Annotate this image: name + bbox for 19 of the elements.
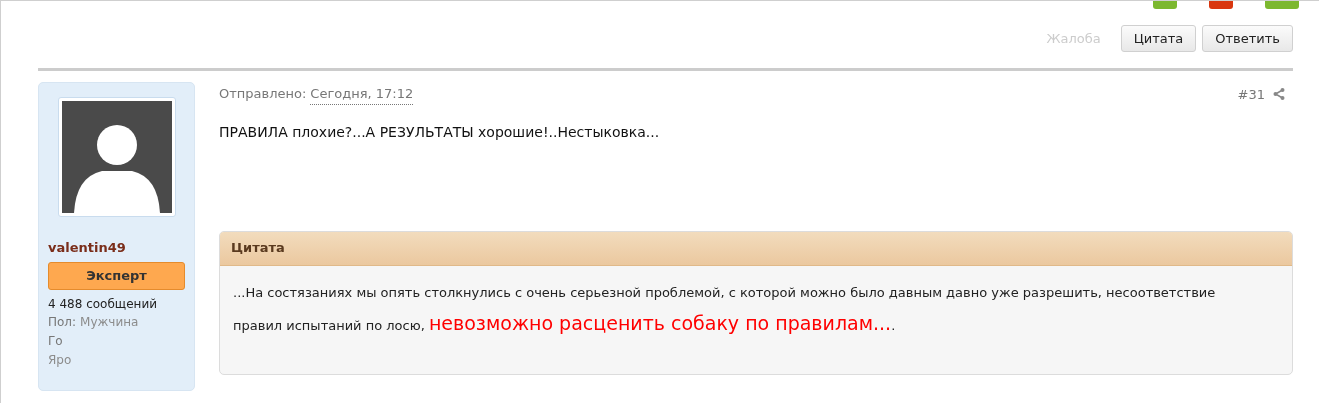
sent-time: Сегодня, 17:12 [310, 84, 414, 105]
share-icon[interactable] [1273, 88, 1285, 101]
tab-marker[interactable] [1209, 1, 1233, 9]
post-text: ПРАВИЛА плохие?...А РЕЗУЛЬТАТЫ хорошие!..Нестыковка... [219, 122, 661, 142]
author-name[interactable]: valentin49 [48, 238, 185, 258]
quote-text: ...На состязаниях мы опять столкнулись с очень серьезной проблемой, с которой можно было давным давно уже разрешить, несоответствие правил испытаний по лосю, невозможно расценить собаку по правилам.... [232, 283, 1217, 336]
action-button[interactable]: Ответить [1202, 25, 1293, 52]
tab-marker[interactable] [1265, 1, 1299, 9]
quote-title: Цитата [231, 239, 285, 258]
action-button[interactable]: Цитата [1120, 25, 1197, 52]
rank-badge: Эксперт [48, 261, 185, 290]
field-label: Пол: [48, 313, 77, 331]
field-value: Мужчина [80, 313, 139, 331]
post-number[interactable]: #31 [1237, 84, 1265, 104]
message-count: 4 488 сообщений [48, 295, 158, 313]
field-value: Яро [48, 351, 72, 369]
field-label: Го [48, 332, 63, 350]
tab-marker[interactable] [1153, 1, 1177, 9]
sent-label: Отправлено: [219, 85, 307, 103]
